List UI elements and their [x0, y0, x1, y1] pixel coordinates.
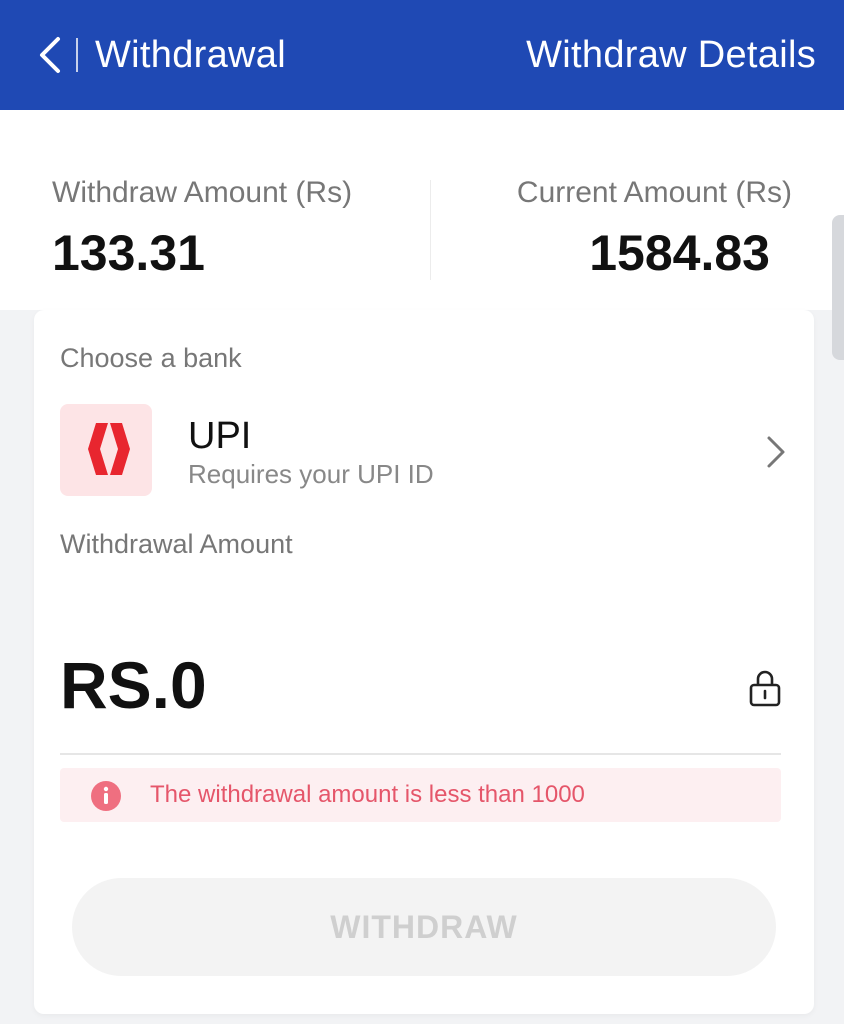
chevron-right-icon: [767, 436, 785, 468]
withdraw-details-link[interactable]: Withdraw Details: [526, 32, 816, 78]
warning-message: The withdrawal amount is less than 1000: [60, 768, 781, 822]
withdraw-amount-summary: Withdraw Amount (Rs) 133.31: [52, 174, 352, 284]
withdraw-button[interactable]: WITHDRAW: [72, 878, 776, 976]
scrollbar-thumb[interactable]: [832, 215, 844, 360]
withdraw-amount-value: 133.31: [52, 225, 205, 281]
info-icon: [91, 781, 121, 811]
bank-option-upi[interactable]: UPI Requires your UPI ID: [60, 404, 790, 500]
withdraw-card: Choose a bank UPI Requires your UPI ID W…: [34, 310, 814, 1014]
withdrawal-page: Withdrawal Withdraw Details Withdraw Amo…: [0, 0, 844, 1024]
app-header: Withdrawal Withdraw Details: [0, 0, 844, 110]
upi-logo-icon: [60, 404, 152, 496]
amount-summary: Withdraw Amount (Rs) 133.31 Current Amou…: [0, 110, 844, 310]
amount-underline: [60, 753, 781, 755]
summary-divider: [430, 180, 431, 280]
current-amount-summary: Current Amount (Rs) 1584.83: [517, 174, 792, 284]
warning-text: The withdrawal amount is less than 1000: [150, 781, 585, 808]
back-button[interactable]: [30, 30, 70, 80]
bank-name: UPI: [188, 415, 252, 457]
header-divider: [76, 38, 78, 72]
withdrawal-amount-input[interactable]: [60, 640, 680, 730]
bank-description: Requires your UPI ID: [188, 459, 434, 489]
lock-icon: [749, 670, 781, 707]
withdraw-amount-label: Withdraw Amount (Rs): [52, 176, 353, 209]
page-title: Withdrawal: [95, 34, 286, 76]
current-amount-value: 1584.83: [589, 225, 770, 281]
current-amount-label: Current Amount (Rs): [516, 176, 792, 209]
withdrawal-amount-label: Withdrawal Amount: [60, 529, 293, 559]
choose-bank-label: Choose a bank: [60, 343, 242, 373]
chevron-left-icon: [40, 37, 60, 73]
